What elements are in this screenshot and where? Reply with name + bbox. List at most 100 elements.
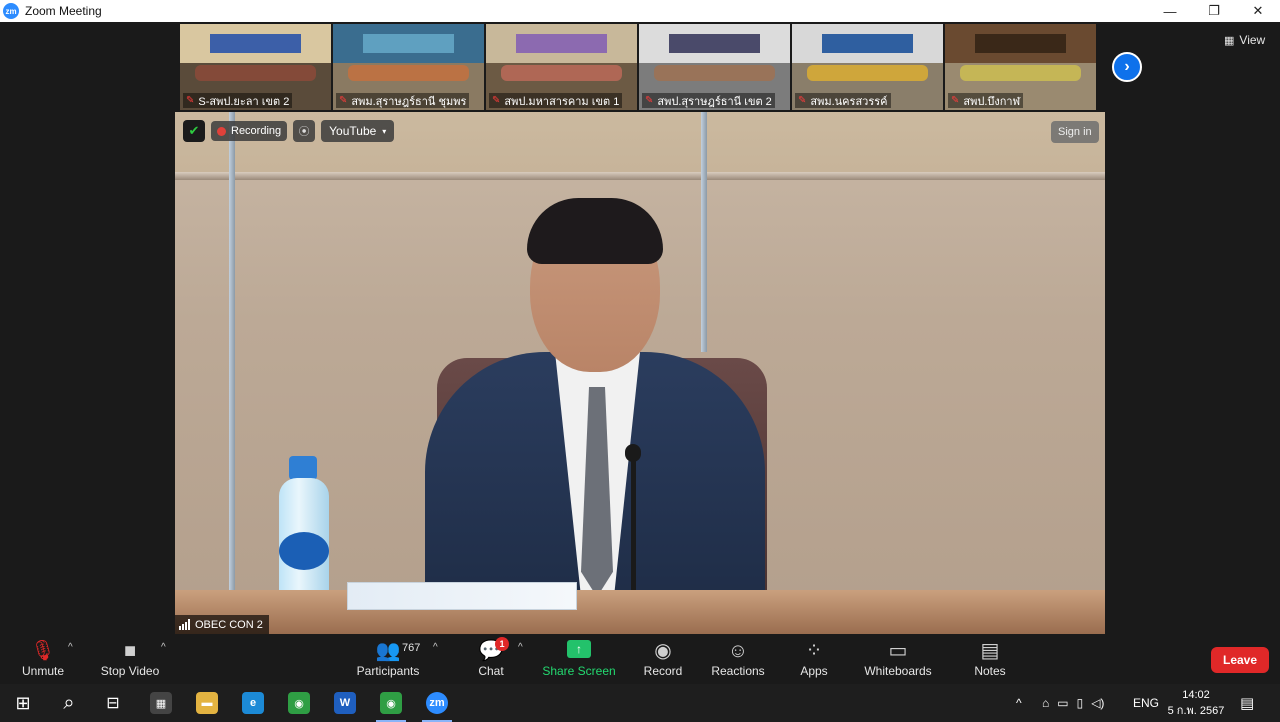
chat-label: Chat [478,664,504,678]
share-screen-button[interactable]: ↑ Share Screen [542,634,616,684]
meet-now-icon[interactable]: ⌂ [1042,696,1049,710]
task-view-button[interactable]: ⊟ [90,684,136,722]
clock[interactable]: 14:02 5 ก.พ. 2567 [1164,687,1228,719]
share-screen-icon: ↑ [567,640,591,658]
reactions-button[interactable]: ☺ Reactions [710,634,766,684]
participant-name: สพป.สุราษฎร์ธานี เขต 2 [657,95,772,108]
minimize-button[interactable]: — [1148,0,1192,22]
record-button[interactable]: ◉ Record [640,634,686,684]
close-button[interactable]: ✕ [1236,0,1280,22]
thumbnail-strip: ✎ S-สพป.ยะลา เขต 2 ✎ สพม.สุราษฎร์ธานี ชุมพร… [180,24,1096,110]
microphone-muted-icon: ✎ [186,95,195,106]
sign-in-button[interactable]: Sign in [1051,121,1099,143]
chevron-down-icon: ▾ [382,126,387,136]
thumbnail-label: ✎ สพม.นครสวรรค์ [795,93,891,108]
taskbar-app-explorer[interactable]: ▬ [184,684,230,722]
battery-icon[interactable]: ▭ [1057,696,1068,710]
taskbar-app-chrome2[interactable]: ◉ [368,684,414,722]
taskbar-app-qr[interactable]: ▦ [138,684,184,722]
taskbar-app-zoom[interactable]: zm [414,684,460,722]
participant-name: สพม.สุราษฎร์ธานี ชุมพร [351,95,467,108]
view-label: View [1239,33,1266,47]
unmute-label: Unmute [21,664,65,678]
recording-label: Recording [231,125,282,137]
meeting-toolbar: 🎙 Unmute ^ ■ Stop Video ^ 👥 Participants… [0,634,1280,684]
leave-button[interactable]: Leave [1211,647,1269,673]
main-video[interactable] [175,112,1105,634]
title-bar: zm Zoom Meeting — ❐ ✕ [0,0,1280,22]
reactions-label: Reactions [711,664,765,678]
participant-name: สพป.บึงกาฬ [963,95,1021,108]
record-icon: ◉ [654,640,672,662]
chrome-icon: ◉ [288,692,310,714]
restore-button[interactable]: ❐ [1192,0,1236,22]
participant-thumbnail[interactable]: ✎ สพป.บึงกาฬ [945,24,1096,110]
clock-time: 14:02 [1182,689,1210,701]
live-stream-icon[interactable]: ⦿ [293,120,316,142]
notes-label: Notes [974,664,1006,678]
thumbnail-label: ✎ S-สพป.ยะลา เขต 2 [183,93,293,108]
thumbnail-label: ✎ สพป.สุราษฎร์ธานี เขต 2 [642,93,775,108]
search-button[interactable]: ⌕ [46,684,92,722]
signal-icon [179,619,190,630]
language-label: ENG [1133,696,1160,710]
task-view-icon: ⊟ [106,695,120,712]
participant-name: สพม.นครสวรรค์ [810,95,888,108]
network-icon[interactable]: ▯ [1077,696,1084,710]
taskbar-app-chrome[interactable]: ◉ [276,684,322,722]
video-status-bar: ✔ Recording ⦿ YouTube ▾ [183,120,395,142]
notifications-button[interactable]: ▤ [1240,684,1254,722]
taskbar-app-edge[interactable]: e [230,684,276,722]
windows-taskbar: ⊞ ⌕ ⊟ ▦ ▬ e ◉ W ◉ zm ^ ⌂ ▭ ▯ ◁) ENG 14:02 5 ก.… [0,684,1280,722]
chat-unread-badge: 1 [495,637,509,651]
meeting-area: ✎ S-สพป.ยะลา เขต 2 ✎ สพม.สุราษฎร์ธานี ชุมพร… [0,22,1280,634]
zoom-icon: zm [426,692,448,714]
chevron-up-icon: ^ [1016,696,1022,710]
stop-video-label: Stop Video [100,664,160,678]
microphone-muted-icon: ✎ [951,95,960,106]
youtube-label: YouTube [329,124,377,138]
language-indicator[interactable]: ENG [1133,684,1159,722]
zoom-logo-icon: zm [3,3,19,19]
chat-options-caret[interactable]: ^ [518,642,523,653]
participants-options-caret[interactable]: ^ [433,642,438,653]
view-button[interactable]: ▦ View [1224,33,1265,47]
unmute-button[interactable]: 🎙 Unmute [20,634,66,684]
clock-date: 5 ก.พ. 2567 [1167,705,1225,717]
window-title: Zoom Meeting [25,4,102,18]
whiteboard-icon: ▭ [888,640,908,662]
participants-label: Participants [356,664,420,678]
whiteboards-button[interactable]: ▭ Whiteboards [862,634,934,684]
speaker-name-tag: OBEC CON 2 [175,615,269,634]
youtube-dropdown[interactable]: YouTube ▾ [321,120,395,142]
volume-icon[interactable]: ◁) [1091,696,1104,710]
stop-video-button[interactable]: ■ Stop Video [100,634,160,684]
participant-thumbnail[interactable]: ✎ S-สพป.ยะลา เขต 2 [180,24,331,110]
participant-thumbnail[interactable]: ✎ สพม.สุราษฎร์ธานี ชุมพร [333,24,484,110]
thumbnail-label: ✎ สพป.มหาสารคาม เขต 1 [489,93,623,108]
recording-indicator[interactable]: Recording [211,121,288,141]
chrome2-icon: ◉ [380,692,402,714]
apps-button[interactable]: ⁘ Apps [796,634,832,684]
participants-count: 767 [402,642,421,654]
video-options-caret[interactable]: ^ [161,642,166,653]
notes-icon: ▤ [980,640,1000,662]
notes-button[interactable]: ▤ Notes [970,634,1010,684]
next-page-button[interactable]: › [1112,52,1142,82]
taskbar-app-webex[interactable]: W [322,684,368,722]
webex-icon: W [334,692,356,714]
participant-thumbnail[interactable]: ✎ สพม.นครสวรรค์ [792,24,943,110]
audio-options-caret[interactable]: ^ [68,642,73,653]
window-controls: — ❐ ✕ [1148,0,1280,22]
microphone-muted-icon: ✎ [492,95,501,106]
search-icon: ⌕ [63,691,75,714]
apps-label: Apps [800,664,828,678]
tray-overflow-caret[interactable]: ^ [1016,684,1022,722]
participant-thumbnail[interactable]: ✎ สพป.มหาสารคาม เขต 1 [486,24,637,110]
share-screen-label: Share Screen [542,664,616,678]
participant-thumbnail[interactable]: ✎ สพป.สุราษฎร์ธานี เขต 2 [639,24,790,110]
edge-icon: e [242,692,264,714]
shield-icon[interactable]: ✔ [183,120,205,142]
start-button[interactable]: ⊞ [0,684,46,722]
participant-name: สพป.มหาสารคาม เขต 1 [504,95,620,108]
